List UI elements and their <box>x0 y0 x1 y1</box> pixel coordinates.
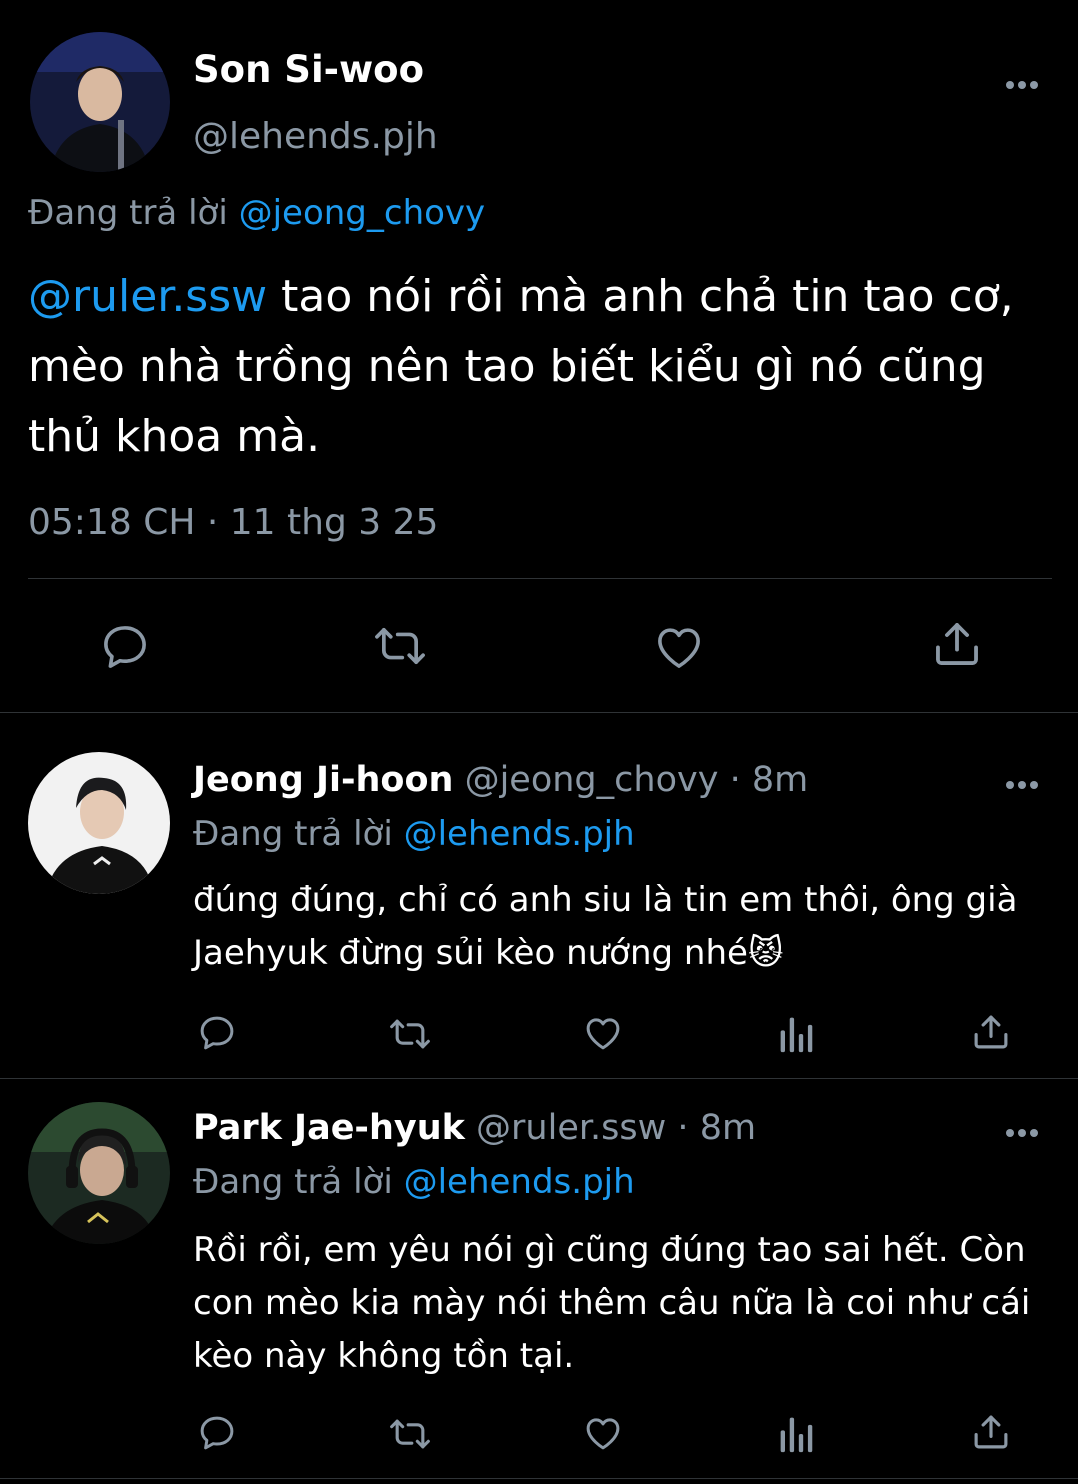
replying-to-mention[interactable]: @lehends.pjh <box>404 814 635 854</box>
more-icon[interactable] <box>1006 774 1042 793</box>
like-icon[interactable] <box>582 1012 624 1054</box>
replying-prefix: Đang trả lời <box>28 193 228 233</box>
reply-author-handle[interactable]: @ruler.ssw <box>476 1108 666 1148</box>
retweet-icon[interactable] <box>370 618 430 674</box>
separator: · <box>206 502 219 543</box>
tweet-timestamp[interactable]: 05:18 CH · 11 thg 3 25 <box>28 502 438 543</box>
avatar-jeong-ji-hoon[interactable] <box>28 752 170 894</box>
retweet-icon[interactable] <box>386 1012 434 1056</box>
reply-header: Jeong Ji-hoon @jeong_chovy · 8m <box>193 760 808 800</box>
replying-prefix: Đang trả lời <box>193 814 393 854</box>
reply-icon[interactable] <box>98 620 152 674</box>
replying-to-line: Đang trả lời @lehends.pjh <box>193 1162 635 1202</box>
share-icon[interactable] <box>970 1010 1012 1054</box>
reply-author-handle[interactable]: @jeong_chovy <box>465 760 719 800</box>
share-icon[interactable] <box>930 616 984 672</box>
replying-to-mention[interactable]: @jeong_chovy <box>239 193 486 233</box>
replying-to-line: Đang trả lời @jeong_chovy <box>28 193 485 233</box>
tweet-text: @ruler.ssw tao nói rồi mà anh chả tin ta… <box>28 262 1058 472</box>
reply-age[interactable]: 8m <box>700 1108 756 1148</box>
more-icon[interactable] <box>1006 1122 1042 1141</box>
reply-icon[interactable] <box>196 1012 238 1054</box>
retweet-icon[interactable] <box>386 1412 434 1456</box>
reply-author-name[interactable]: Jeong Ji-hoon <box>193 760 453 800</box>
tweet-time: 05:18 CH <box>28 502 196 543</box>
replying-to-mention[interactable]: @lehends.pjh <box>404 1162 635 1202</box>
body-mention[interactable]: @ruler.ssw <box>28 271 267 322</box>
reply-icon[interactable] <box>196 1412 238 1454</box>
reply-text: đúng đúng, chỉ có anh siu là tin em thôi… <box>193 880 1018 973</box>
avatar-son-si-woo[interactable] <box>30 32 170 172</box>
divider <box>0 1078 1078 1079</box>
divider <box>28 578 1052 579</box>
share-icon[interactable] <box>970 1410 1012 1454</box>
author-handle[interactable]: @lehends.pjh <box>193 116 438 157</box>
reply-text: Rồi rồi, em yêu nói gì cũng đúng tao sai… <box>193 1230 1031 1376</box>
divider <box>0 1478 1078 1479</box>
like-icon[interactable] <box>652 620 706 674</box>
analytics-icon[interactable] <box>778 1014 816 1054</box>
replying-to-line: Đang trả lời @lehends.pjh <box>193 814 635 854</box>
author-name[interactable]: Son Si-woo <box>193 48 424 91</box>
more-icon[interactable] <box>1006 74 1042 93</box>
reply-header: Park Jae-hyuk @ruler.ssw · 8m <box>193 1108 756 1148</box>
tweet-date: 11 thg 3 25 <box>229 502 439 543</box>
reply-author-name[interactable]: Park Jae-hyuk <box>193 1108 465 1148</box>
replying-prefix: Đang trả lời <box>193 1162 393 1202</box>
reply-age[interactable]: 8m <box>752 760 808 800</box>
separator: · <box>729 760 741 800</box>
analytics-icon[interactable] <box>778 1414 816 1454</box>
like-icon[interactable] <box>582 1412 624 1454</box>
avatar-park-jae-hyuk[interactable] <box>28 1102 170 1244</box>
separator: · <box>677 1108 689 1148</box>
divider <box>0 712 1078 713</box>
